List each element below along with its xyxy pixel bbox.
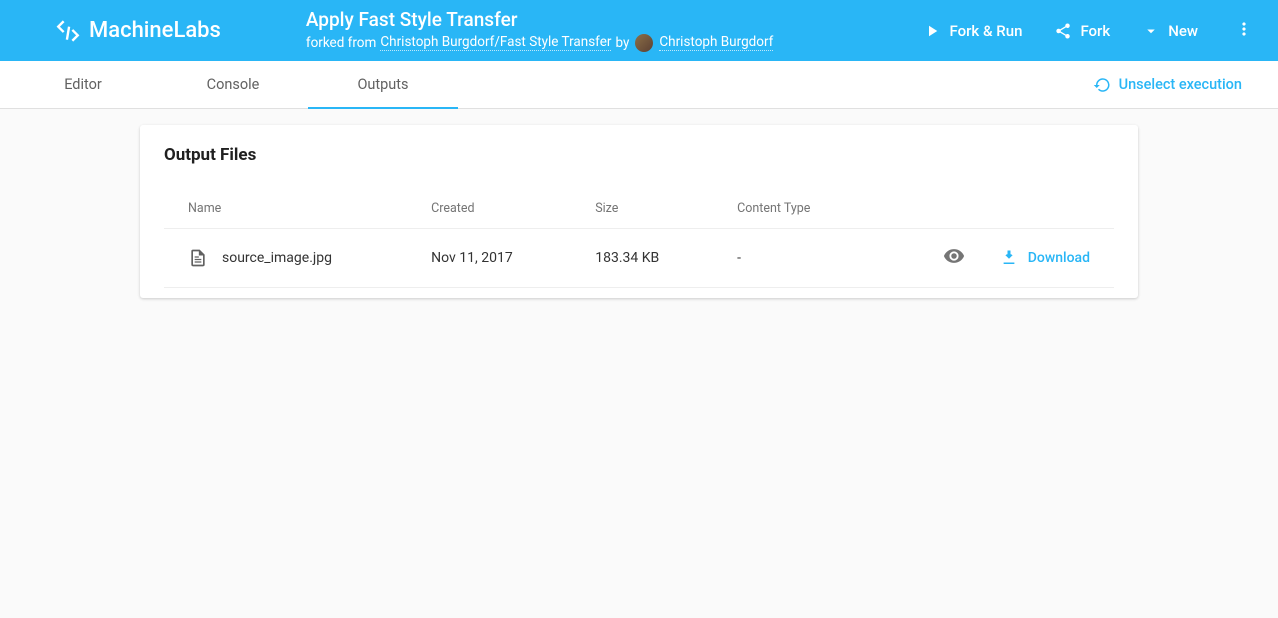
restore-icon xyxy=(1093,76,1111,94)
tab-editor[interactable]: Editor xyxy=(8,61,158,108)
fork-button[interactable]: Fork xyxy=(1054,22,1110,40)
play-icon xyxy=(923,22,941,40)
content-area: Output Files Name Created Size Content T… xyxy=(0,109,1278,314)
col-name: Name xyxy=(164,189,407,229)
fork-run-label: Fork & Run xyxy=(949,22,1022,40)
chevron-down-icon xyxy=(1142,22,1160,40)
download-button[interactable]: Download xyxy=(1000,249,1090,267)
new-label: New xyxy=(1168,22,1198,40)
tabs-bar: Editor Console Outputs Unselect executio… xyxy=(0,61,1278,109)
unselect-label: Unselect execution xyxy=(1119,76,1242,93)
cell-size: 183.34 KB xyxy=(571,229,713,288)
output-files-table: Name Created Size Content Type source_im… xyxy=(164,189,1114,288)
app-header: MachineLabs Apply Fast Style Transfer fo… xyxy=(0,0,1278,61)
brand-logo[interactable]: MachineLabs xyxy=(55,18,221,44)
by-text: by xyxy=(615,35,629,51)
header-actions: Fork & Run Fork New xyxy=(923,19,1258,43)
cell-content-type: - xyxy=(713,229,867,288)
fork-label: Fork xyxy=(1080,22,1110,40)
card-title: Output Files xyxy=(164,145,1114,165)
brand-icon xyxy=(55,18,81,44)
overflow-menu-button[interactable] xyxy=(1230,19,1258,43)
col-size: Size xyxy=(571,189,713,229)
table-header-row: Name Created Size Content Type xyxy=(164,189,1114,229)
tab-outputs[interactable]: Outputs xyxy=(308,61,458,108)
project-title: Apply Fast Style Transfer xyxy=(306,9,773,32)
output-files-card: Output Files Name Created Size Content T… xyxy=(140,125,1138,298)
col-actions xyxy=(867,189,1114,229)
table-row: source_image.jpg Nov 11, 2017 183.34 KB … xyxy=(164,229,1114,288)
author-link[interactable]: Christoph Burgdorf xyxy=(659,34,773,51)
file-name: source_image.jpg xyxy=(222,250,332,266)
cell-created: Nov 11, 2017 xyxy=(407,229,571,288)
file-icon xyxy=(188,248,208,268)
tabs-right: Unselect execution xyxy=(1093,61,1270,108)
download-label: Download xyxy=(1028,250,1090,266)
author-avatar xyxy=(635,34,653,52)
tab-console[interactable]: Console xyxy=(158,61,308,108)
fork-and-run-button[interactable]: Fork & Run xyxy=(923,22,1022,40)
forked-prefix: forked from xyxy=(306,35,376,51)
forked-from-link[interactable]: Christoph Burgdorf/Fast Style Transfer xyxy=(380,34,611,51)
cell-name: source_image.jpg xyxy=(164,229,407,288)
cell-actions: Download xyxy=(867,229,1114,288)
preview-icon[interactable] xyxy=(943,245,965,267)
brand-name: MachineLabs xyxy=(89,18,221,43)
download-icon xyxy=(1000,249,1018,267)
more-vert-icon xyxy=(1234,19,1254,39)
share-icon xyxy=(1054,22,1072,40)
unselect-execution-button[interactable]: Unselect execution xyxy=(1093,76,1242,94)
col-created: Created xyxy=(407,189,571,229)
project-fork-line: forked from Christoph Burgdorf/Fast Styl… xyxy=(306,34,773,52)
col-content-type: Content Type xyxy=(713,189,867,229)
project-info: Apply Fast Style Transfer forked from Ch… xyxy=(306,9,773,52)
new-button[interactable]: New xyxy=(1142,22,1198,40)
